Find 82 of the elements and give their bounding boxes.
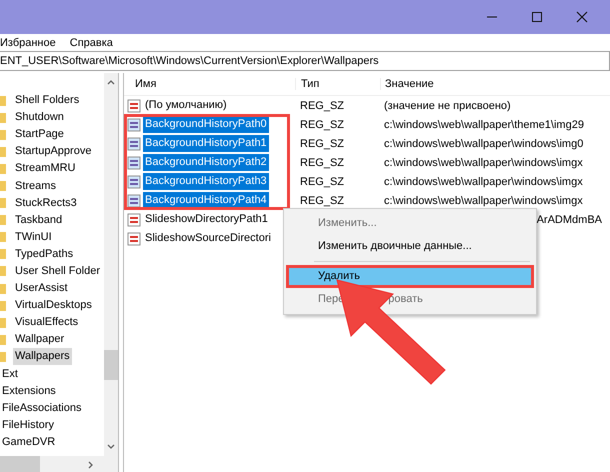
tree-item[interactable]: User Shell Folder — [13, 262, 102, 280]
tree-item[interactable]: StreamMRU — [13, 160, 78, 178]
value-name[interactable]: BackgroundHistoryPath2 — [143, 154, 269, 171]
table-cell: c:\windows\web\wallpaper\windows\img0 — [384, 138, 584, 150]
scrollbar-thumb[interactable] — [104, 350, 118, 380]
value-name[interactable]: (По умолчанию) — [143, 97, 229, 114]
menu-item[interactable]: Справка — [70, 36, 113, 48]
scroll-down-icon[interactable] — [107, 444, 115, 450]
value-name[interactable]: BackgroundHistoryPath1 — [143, 135, 269, 152]
table-cell: REG_SZ — [300, 156, 344, 168]
folder-icon — [0, 231, 6, 244]
tree-item[interactable]: Streams — [13, 178, 58, 195]
table-cell: REG_SZ — [300, 118, 344, 130]
column-header[interactable]: Тип — [295, 78, 380, 90]
scrollbar[interactable] — [104, 73, 118, 456]
folder-icon — [0, 180, 6, 192]
folder-icon — [0, 248, 6, 260]
string-value-icon — [127, 232, 141, 246]
tree-item[interactable]: Shutdown — [13, 109, 66, 126]
folder-icon — [0, 214, 6, 226]
string-value-icon — [127, 156, 141, 170]
folder-icon — [0, 265, 6, 278]
tree-item[interactable]: GameDVR — [0, 434, 58, 451]
table-cell: c:\windows\web\wallpaper\windows\imgx — [384, 156, 583, 168]
table-cell: (значение не присвоено) — [384, 100, 511, 112]
string-value-icon — [127, 98, 141, 112]
tree-item[interactable]: Taskband — [13, 212, 64, 229]
folder-icon — [0, 112, 6, 124]
tree-item[interactable]: StuckRects3 — [13, 194, 79, 212]
tree-item[interactable]: Shell Folders — [13, 92, 82, 110]
scroll-right-icon[interactable] — [88, 460, 94, 468]
tree-item[interactable]: Ext — [0, 366, 20, 383]
address-field[interactable]: ENT_USER\Software\Microsoft\Windows\CurrentVersion\Explorer\Wallpapers — [0, 51, 610, 71]
tree-item[interactable]: Extensions — [0, 382, 58, 400]
value-name[interactable]: BackgroundHistoryPath3 — [143, 173, 269, 190]
folder-icon — [0, 162, 6, 175]
folder-icon — [0, 146, 6, 158]
table-cell: ArADMdmBA — [536, 214, 602, 226]
string-value-icon — [127, 118, 141, 132]
value-name[interactable]: BackgroundHistoryPath0 — [143, 116, 269, 133]
tree-item[interactable]: UserAssist — [13, 280, 70, 298]
maximize-icon[interactable] — [531, 11, 543, 23]
tree-item[interactable]: StartPage — [13, 126, 66, 144]
value-name[interactable]: SlideshowSourceDirectori — [143, 230, 273, 247]
table-cell: REG_SZ — [300, 100, 344, 112]
table-cell: REG_SZ — [300, 138, 344, 150]
folder-icon — [0, 300, 6, 312]
folder-icon — [0, 94, 6, 107]
string-value-icon — [127, 194, 141, 208]
scrollbar[interactable] — [0, 456, 118, 472]
folder-icon — [0, 282, 6, 295]
folder-icon — [0, 334, 6, 346]
tree-item[interactable]: VirtualDesktops — [13, 297, 94, 314]
column-header[interactable]: Имя — [124, 78, 295, 90]
tree-item[interactable]: StartupApprove — [13, 143, 94, 160]
menu-item[interactable]: Избранное — [0, 36, 56, 48]
tree-item[interactable]: FileHistory — [0, 416, 56, 434]
table-cell: c:\windows\web\wallpaper\windows\imgx — [384, 176, 583, 188]
string-value-icon — [127, 174, 141, 188]
scrollbar-thumb[interactable] — [0, 456, 40, 472]
scroll-up-icon[interactable] — [107, 79, 115, 85]
table-cell: c:\windows\web\wallpaper\theme1\img29 — [384, 118, 584, 130]
menu-item[interactable]: Изменить двоичные данные... — [286, 235, 534, 258]
folder-icon — [0, 316, 6, 329]
tree-item[interactable]: VisualEffects — [13, 314, 80, 332]
folder-icon — [0, 197, 6, 210]
table-cell: REG_SZ — [300, 176, 344, 188]
folder-icon — [0, 350, 6, 363]
string-value-icon — [127, 212, 141, 226]
string-value-icon — [127, 136, 141, 150]
tree-item[interactable]: TWinUI — [13, 228, 54, 246]
tree-item[interactable]: FileAssociations — [0, 400, 84, 417]
tree-item[interactable]: Wallpapers — [13, 348, 72, 366]
value-name[interactable]: SlideshowDirectoryPath1 — [143, 211, 270, 228]
close-icon[interactable] — [576, 11, 588, 23]
column-header[interactable]: Значение — [380, 78, 610, 90]
tree-item[interactable]: Wallpaper — [13, 331, 66, 348]
table-cell: c:\windows\web\wallpaper\windows\imgx — [384, 194, 583, 206]
tree-item[interactable]: TypedPaths — [13, 246, 76, 263]
folder-icon — [0, 128, 6, 141]
table-cell: REG_SZ — [300, 194, 344, 206]
menu-item[interactable]: Удалить — [286, 265, 534, 288]
